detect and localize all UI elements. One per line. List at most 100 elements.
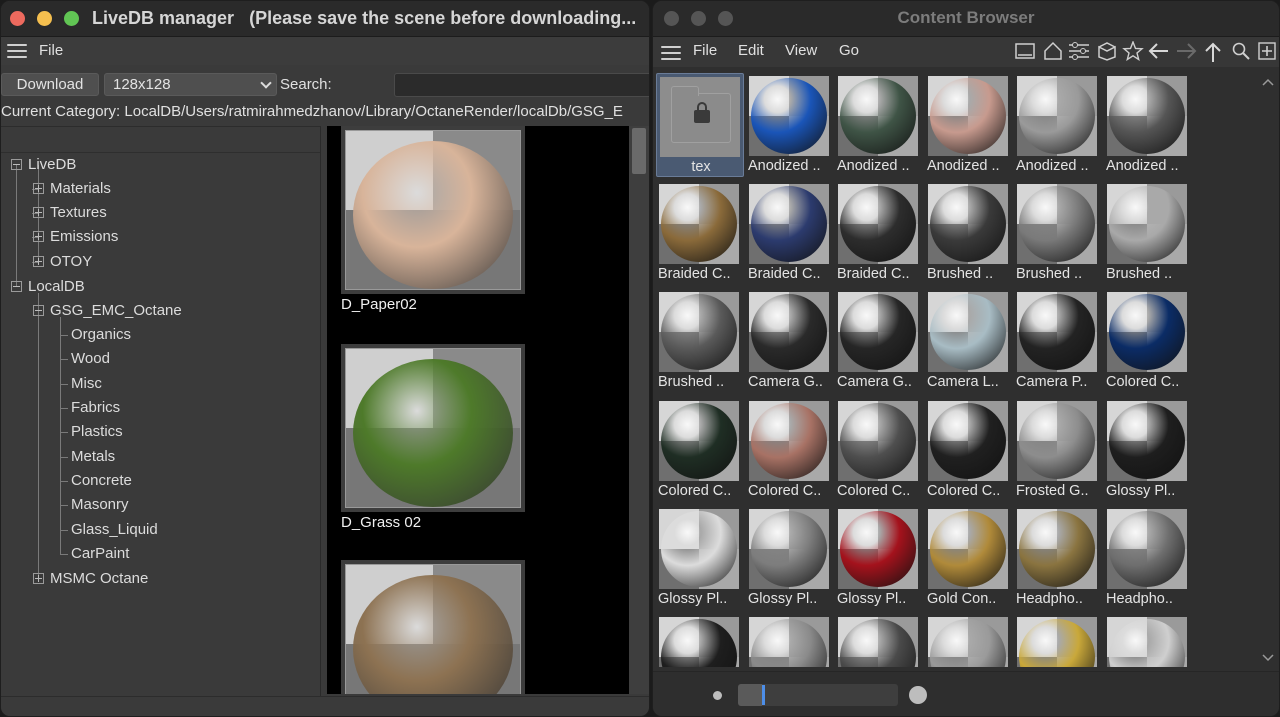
material-item[interactable]: Brushed .. [1014, 181, 1102, 285]
tree-item-plastics[interactable]: Plastics [71, 423, 123, 440]
tree-item-localdb[interactable]: LocalDB [28, 278, 85, 295]
material-thumbnail-frame [341, 560, 525, 694]
material-item[interactable]: Glossy Pl.. [1104, 398, 1192, 502]
material-card[interactable]: D_Grass 02 [341, 344, 525, 531]
collapse-toggle-icon[interactable] [33, 305, 44, 316]
material-item[interactable]: Braided C.. [656, 181, 744, 285]
collapse-toggle-icon[interactable] [11, 159, 22, 170]
material-item[interactable]: Colored C.. [746, 398, 834, 502]
material-item[interactable]: Camera G.. [835, 289, 923, 393]
tree-item-materials[interactable]: Materials [50, 180, 111, 197]
search-input[interactable] [394, 73, 649, 97]
tree-item-carpaint[interactable]: CarPaint [71, 545, 129, 562]
material-item[interactable]: Brushed .. [1104, 181, 1192, 285]
material-card[interactable]: D_Paper02 [341, 126, 525, 313]
tree-item-livedb[interactable]: LiveDB [28, 156, 76, 173]
tree-item-fabrics[interactable]: Fabrics [71, 399, 120, 416]
material-item[interactable]: Camera G.. [746, 289, 834, 393]
box-icon[interactable] [1095, 41, 1119, 63]
menu-file[interactable]: File [39, 42, 63, 59]
folder-item[interactable]: tex [656, 73, 744, 177]
material-item[interactable]: Frosted G.. [1014, 398, 1102, 502]
close-button[interactable] [10, 11, 25, 26]
expand-toggle-icon[interactable] [33, 256, 44, 267]
tree-item-masonry[interactable]: Masonry [71, 496, 129, 513]
add-icon[interactable] [1255, 41, 1279, 63]
livedb-status-bar [1, 696, 649, 716]
forward-arrow-icon[interactable] [1174, 41, 1198, 63]
thumbnail-size-slider[interactable] [738, 684, 898, 706]
up-arrow-icon[interactable] [1201, 41, 1225, 63]
material-item[interactable]: Glossy Pl.. [746, 506, 834, 610]
tree-item-glass-liquid[interactable]: Glass_Liquid [71, 521, 158, 538]
hamburger-icon[interactable] [7, 44, 27, 58]
material-item[interactable]: Brushed .. [925, 181, 1013, 285]
zoom-out-icon[interactable] [713, 691, 722, 700]
material-item[interactable]: Headpho.. [1014, 506, 1102, 610]
home-icon[interactable] [1041, 41, 1065, 63]
material-item[interactable]: Camera L.. [925, 289, 1013, 393]
sliders-icon[interactable] [1067, 41, 1091, 63]
download-button[interactable]: Download [1, 73, 99, 96]
size-select[interactable]: 128x128 [104, 73, 277, 96]
material-item[interactable]: Anodized .. [1014, 73, 1102, 177]
material-item[interactable] [925, 614, 1013, 667]
material-item[interactable]: Colored C.. [925, 398, 1013, 502]
material-item[interactable]: Headpho.. [1104, 506, 1192, 610]
menu-go[interactable]: Go [839, 42, 859, 59]
tree-item-metals[interactable]: Metals [71, 448, 115, 465]
material-item[interactable]: Anodized .. [746, 73, 834, 177]
menu-edit[interactable]: Edit [738, 42, 764, 59]
material-item[interactable]: Colored C.. [1104, 289, 1192, 393]
tree-item-otoy[interactable]: OTOY [50, 253, 92, 270]
back-arrow-icon[interactable] [1147, 41, 1171, 63]
material-item[interactable] [1014, 614, 1102, 667]
material-item[interactable]: Braided C.. [835, 181, 923, 285]
material-item[interactable]: Brushed .. [656, 289, 744, 393]
material-card[interactable] [341, 560, 525, 694]
hamburger-icon[interactable] [661, 46, 681, 60]
material-item[interactable]: Glossy Pl.. [656, 506, 744, 610]
tree-item-msmc-octane[interactable]: MSMC Octane [50, 570, 148, 587]
material-item[interactable] [1104, 614, 1192, 667]
tree-item-emissions[interactable]: Emissions [50, 228, 118, 245]
minimize-button[interactable] [37, 11, 52, 26]
item-thumbnail [1017, 509, 1097, 589]
material-item[interactable]: Anodized .. [1104, 73, 1192, 177]
menu-file[interactable]: File [693, 42, 717, 59]
star-icon[interactable] [1121, 40, 1145, 63]
tree-item-textures[interactable]: Textures [50, 204, 107, 221]
material-item[interactable]: Colored C.. [835, 398, 923, 502]
material-item[interactable] [746, 614, 834, 667]
expand-toggle-icon[interactable] [33, 231, 44, 242]
maximize-button[interactable] [64, 11, 79, 26]
material-item[interactable]: Gold Con.. [925, 506, 1013, 610]
zoom-in-icon[interactable] [909, 686, 927, 704]
item-label: Headpho.. [1016, 591, 1083, 607]
material-item[interactable] [835, 614, 923, 667]
thumbnail-scrollbar[interactable] [629, 126, 649, 694]
material-item[interactable] [656, 614, 744, 667]
search-icon[interactable] [1229, 41, 1253, 63]
tree-item-gsg-emc-octane[interactable]: GSG_EMC_Octane [50, 302, 182, 319]
material-item[interactable]: Braided C.. [746, 181, 834, 285]
expand-toggle-icon[interactable] [33, 207, 44, 218]
material-item[interactable]: Colored C.. [656, 398, 744, 502]
expand-toggle-icon[interactable] [33, 183, 44, 194]
material-item[interactable]: Camera P.. [1014, 289, 1102, 393]
material-item[interactable]: Anodized .. [835, 73, 923, 177]
tree-item-organics[interactable]: Organics [71, 326, 131, 343]
material-item[interactable]: Anodized .. [925, 73, 1013, 177]
tree-item-concrete[interactable]: Concrete [71, 472, 132, 489]
scrollbar-thumb[interactable] [632, 128, 646, 174]
slider-handle[interactable] [762, 685, 765, 705]
grid-scrollbar[interactable] [1257, 73, 1279, 667]
panel-icon[interactable] [1013, 41, 1037, 63]
material-item[interactable]: Glossy Pl.. [835, 506, 923, 610]
tree-item-wood[interactable]: Wood [71, 350, 110, 367]
item-label: Colored C.. [658, 483, 732, 499]
menu-view[interactable]: View [785, 42, 817, 59]
expand-toggle-icon[interactable] [33, 573, 44, 584]
tree-item-misc[interactable]: Misc [71, 375, 102, 392]
collapse-toggle-icon[interactable] [11, 281, 22, 292]
